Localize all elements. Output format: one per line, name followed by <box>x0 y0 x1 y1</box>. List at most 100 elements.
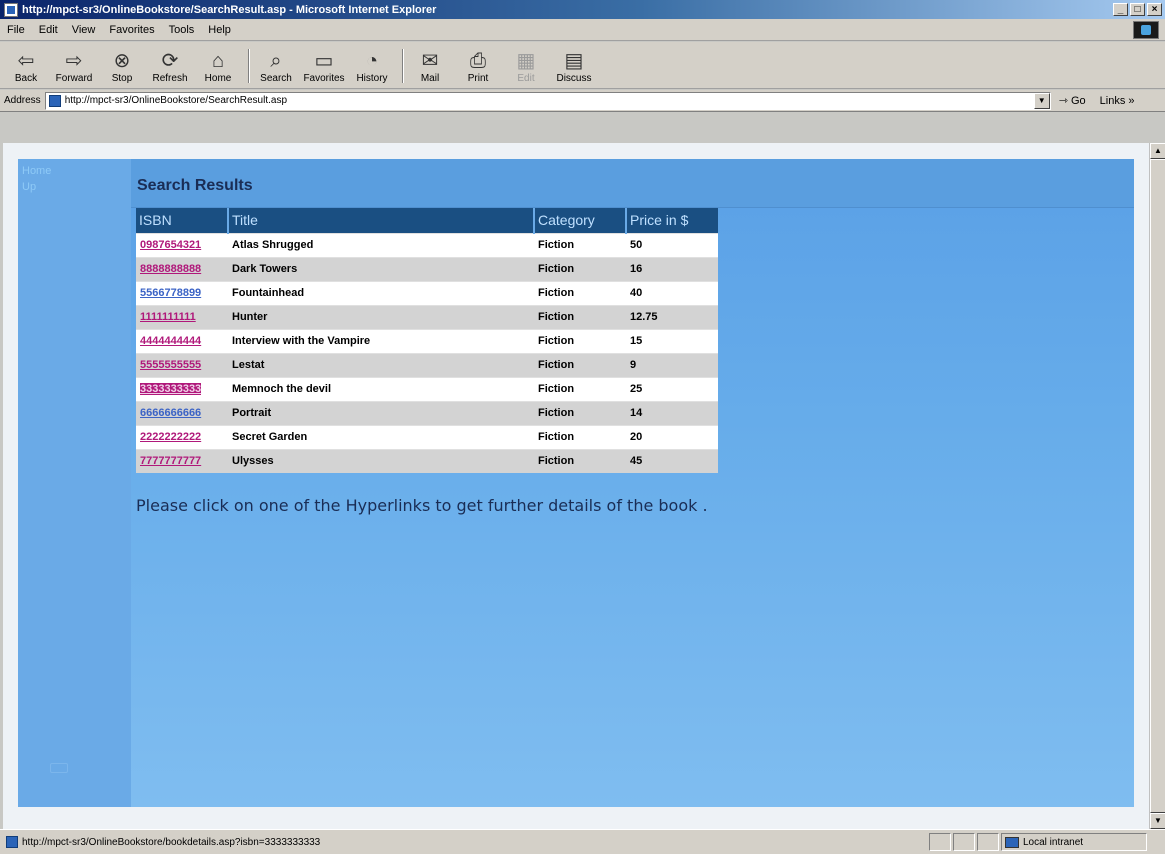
category-cell: Fiction <box>534 280 626 305</box>
links-button[interactable]: Links » <box>1100 95 1135 107</box>
menu-favorites[interactable]: Favorites <box>102 24 161 36</box>
history-button[interactable]: ◔ History <box>352 49 392 88</box>
menu-file[interactable]: File <box>0 24 32 36</box>
address-dropdown-button[interactable]: ▼ <box>1033 92 1050 109</box>
left-nav: Home Up <box>18 159 131 807</box>
price-cell: 9 <box>626 352 718 377</box>
search-button[interactable]: ⌕ Search <box>256 49 296 88</box>
col-category-header: Category <box>534 208 627 233</box>
scroll-thumb[interactable] <box>1150 159 1165 813</box>
results-table: ISBN Title Category Price in $ 098765432… <box>136 208 718 473</box>
table-row: 8888888888 Dark Towers Fiction 16 <box>136 256 718 281</box>
refresh-button[interactable]: ⟳ Refresh <box>150 49 190 88</box>
isbn-link[interactable]: 5555555555 <box>140 359 201 371</box>
title-cell: Portrait <box>228 400 534 425</box>
col-price-header: Price in $ <box>626 208 718 233</box>
title-cell: Memnoch the devil <box>228 376 534 401</box>
menu-edit[interactable]: Edit <box>32 24 65 36</box>
home-button[interactable]: ⌂ Home <box>198 49 238 88</box>
price-cell: 20 <box>626 424 718 449</box>
close-button[interactable]: × <box>1147 3 1162 16</box>
status-panel <box>953 833 975 851</box>
scroll-up-button[interactable]: ▲ <box>1150 143 1165 159</box>
category-cell: Fiction <box>534 424 626 449</box>
toolbar-separator <box>402 49 404 83</box>
category-cell: Fiction <box>534 352 626 377</box>
address-url[interactable]: http://mpct-sr3/OnlineBookstore/SearchRe… <box>65 95 1034 106</box>
isbn-link[interactable]: 7777777777 <box>140 455 201 467</box>
address-bar: Address http://mpct-sr3/OnlineBookstore/… <box>0 90 1165 112</box>
scroll-down-button[interactable]: ▼ <box>1150 813 1165 829</box>
toolbar: ⇦ Back ⇨ Forward ⊗ Stop ⟳ Refresh ⌂ Home… <box>0 42 1165 89</box>
price-cell: 25 <box>626 376 718 401</box>
table-row: 5566778899 Fountainhead Fiction 40 <box>136 280 718 305</box>
price-cell: 16 <box>626 256 718 281</box>
main-panel: Search Results ISBN Title Category Price… <box>131 159 1134 807</box>
favorites-folder-icon: ▭ <box>314 50 334 72</box>
minimize-button[interactable]: _ <box>1113 3 1128 16</box>
refresh-icon: ⟳ <box>161 50 179 72</box>
menu-view[interactable]: View <box>65 24 103 36</box>
back-button[interactable]: ⇦ Back <box>6 49 46 88</box>
category-cell: Fiction <box>534 376 626 401</box>
favorites-button[interactable]: ▭ Favorites <box>303 49 344 88</box>
header-band: Search Results <box>131 159 1134 208</box>
mail-icon: ✉ <box>421 50 439 72</box>
page-viewport: Home Up Search Results ISBN Title Catego… <box>3 143 1149 829</box>
forward-button[interactable]: ⇨ Forward <box>54 49 94 88</box>
isbn-link[interactable]: 4444444444 <box>140 335 201 347</box>
status-panel <box>929 833 951 851</box>
nav-home-link[interactable]: Home <box>22 165 131 177</box>
isbn-link[interactable]: 8888888888 <box>140 263 201 275</box>
price-cell: 40 <box>626 280 718 305</box>
vertical-scrollbar[interactable]: ▲ ▼ <box>1149 143 1165 829</box>
address-label: Address <box>4 95 41 106</box>
edit-button[interactable]: ▦ Edit <box>506 49 546 88</box>
page-title: Search Results <box>137 177 253 194</box>
isbn-link[interactable]: 5566778899 <box>140 287 201 299</box>
menu-help[interactable]: Help <box>201 24 238 36</box>
title-cell: Ulysses <box>228 448 534 473</box>
go-button[interactable]: ⇾ Go <box>1059 94 1086 107</box>
security-zone: Local intranet <box>1001 833 1147 851</box>
status-bar: http://mpct-sr3/OnlineBookstore/bookdeta… <box>0 829 1165 854</box>
isbn-link[interactable]: 6666666666 <box>140 407 201 419</box>
isbn-link[interactable]: 0987654321 <box>140 239 201 251</box>
status-text: http://mpct-sr3/OnlineBookstore/bookdeta… <box>22 836 321 848</box>
instruction-text: Please click on one of the Hyperlinks to… <box>136 496 708 515</box>
discuss-button[interactable]: ▤ Discuss <box>554 49 594 88</box>
stop-button[interactable]: ⊗ Stop <box>102 49 142 88</box>
col-title-header: Title <box>228 208 535 233</box>
category-cell: Fiction <box>534 304 626 329</box>
title-cell: Dark Towers <box>228 256 534 281</box>
price-cell: 45 <box>626 448 718 473</box>
status-panel <box>977 833 999 851</box>
isbn-link[interactable]: 1111111111 <box>140 311 196 323</box>
title-cell: Lestat <box>228 352 534 377</box>
nav-faint-graphic <box>50 763 68 773</box>
table-header-row: ISBN Title Category Price in $ <box>136 208 718 233</box>
history-icon: ◔ <box>365 50 379 72</box>
windows-logo-icon <box>1133 20 1159 39</box>
home-icon: ⌂ <box>211 50 225 72</box>
category-cell: Fiction <box>534 400 626 425</box>
menu-tools[interactable]: Tools <box>162 24 202 36</box>
ie-app-icon <box>4 2 18 17</box>
mail-button[interactable]: ✉ Mail <box>410 49 450 88</box>
table-row: 7777777777 Ulysses Fiction 45 <box>136 448 718 473</box>
address-input[interactable]: http://mpct-sr3/OnlineBookstore/SearchRe… <box>44 91 1051 110</box>
category-cell: Fiction <box>534 256 626 281</box>
print-button[interactable]: ⎙ Print <box>458 49 498 88</box>
table-row: 3333333333 Memnoch the devil Fiction 25 <box>136 376 718 401</box>
isbn-link[interactable]: 3333333333 <box>140 383 202 395</box>
isbn-link[interactable]: 2222222222 <box>140 431 201 443</box>
window-title: http://mpct-sr3/OnlineBookstore/SearchRe… <box>22 3 437 16</box>
nav-up-link[interactable]: Up <box>22 181 131 193</box>
maximize-button[interactable]: □ <box>1130 3 1145 16</box>
col-isbn-header: ISBN <box>136 208 229 233</box>
title-cell: Atlas Shrugged <box>228 232 534 257</box>
table-row: 4444444444 Interview with the Vampire Fi… <box>136 328 718 353</box>
back-arrow-icon: ⇦ <box>17 50 35 72</box>
table-row: 5555555555 Lestat Fiction 9 <box>136 352 718 377</box>
local-intranet-icon <box>1005 836 1019 848</box>
